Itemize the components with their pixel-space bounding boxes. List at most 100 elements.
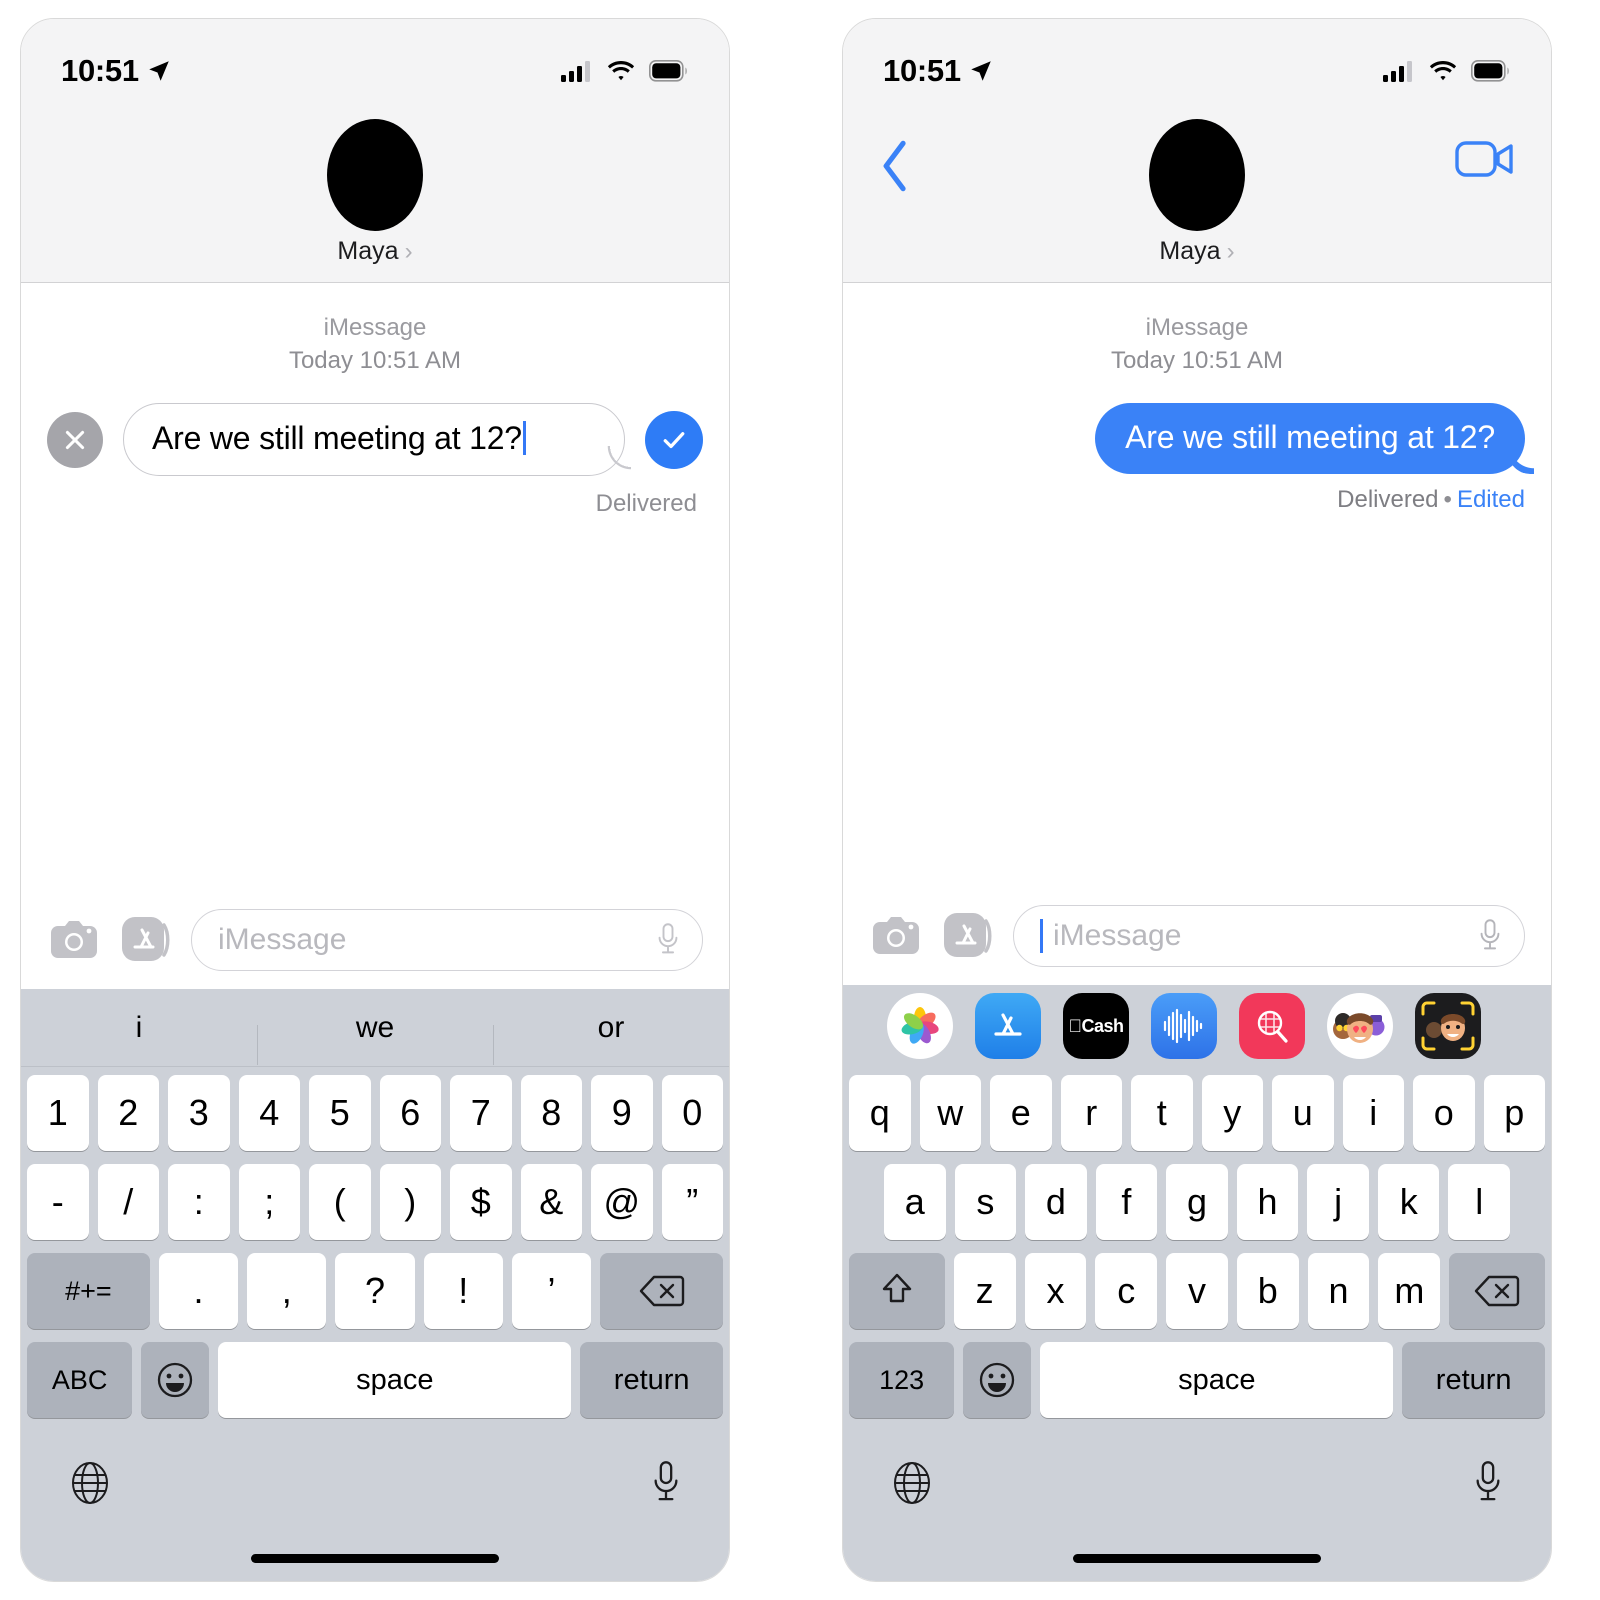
- key-space[interactable]: space: [1040, 1342, 1394, 1418]
- key-y[interactable]: y: [1201, 1075, 1263, 1151]
- key-m[interactable]: m: [1378, 1253, 1441, 1329]
- key-q[interactable]: q: [849, 1075, 911, 1151]
- home-indicator[interactable]: [1073, 1553, 1321, 1563]
- key-s[interactable]: s: [954, 1164, 1017, 1240]
- key-t[interactable]: t: [1131, 1075, 1193, 1151]
- key-paren-open[interactable]: (: [309, 1164, 371, 1240]
- key-paren-close[interactable]: ): [379, 1164, 441, 1240]
- contact-name-row[interactable]: Maya ›: [1159, 237, 1234, 266]
- key-return[interactable]: return: [1402, 1342, 1545, 1418]
- key-r[interactable]: r: [1060, 1075, 1122, 1151]
- sent-message-bubble[interactable]: Are we still meeting at 12?: [1095, 403, 1525, 475]
- key-6[interactable]: 6: [379, 1075, 441, 1151]
- key-w[interactable]: w: [919, 1075, 981, 1151]
- key-b[interactable]: b: [1236, 1253, 1299, 1329]
- key-c[interactable]: c: [1095, 1253, 1158, 1329]
- key-u[interactable]: u: [1272, 1075, 1334, 1151]
- key-return[interactable]: return: [580, 1342, 723, 1418]
- key-numbers-toggle[interactable]: 123: [849, 1342, 955, 1418]
- key-g[interactable]: g: [1166, 1164, 1228, 1240]
- globe-icon[interactable]: [889, 1460, 935, 1506]
- key-colon[interactable]: :: [168, 1164, 230, 1240]
- back-button[interactable]: [879, 137, 913, 200]
- key-apostrophe[interactable]: ’: [511, 1253, 592, 1329]
- key-7[interactable]: 7: [450, 1075, 512, 1151]
- key-at[interactable]: @: [591, 1164, 653, 1240]
- microphone-icon[interactable]: [1471, 1460, 1505, 1506]
- globe-icon[interactable]: [67, 1460, 113, 1506]
- apps-button[interactable]: [119, 913, 173, 967]
- edit-message-bubble[interactable]: Are we still meeting at 12?: [123, 403, 631, 477]
- key-8[interactable]: 8: [520, 1075, 582, 1151]
- cancel-edit-button[interactable]: [47, 411, 103, 468]
- message-input-field[interactable]: iMessage: [191, 909, 703, 971]
- key-dollar[interactable]: $: [450, 1164, 512, 1240]
- avatar[interactable]: [1149, 119, 1245, 231]
- key-p[interactable]: p: [1483, 1075, 1545, 1151]
- key-question[interactable]: ?: [335, 1253, 415, 1329]
- apps-button[interactable]: [941, 909, 995, 963]
- key-e[interactable]: e: [990, 1075, 1052, 1151]
- key-f[interactable]: f: [1095, 1164, 1158, 1240]
- key-4[interactable]: 4: [238, 1075, 300, 1151]
- key-2[interactable]: 2: [97, 1075, 159, 1151]
- app-store-icon[interactable]: [975, 993, 1041, 1059]
- contact-header[interactable]: Maya ›: [327, 103, 423, 266]
- predictive-suggestion[interactable]: or: [493, 1011, 729, 1065]
- key-comma[interactable]: ,: [247, 1253, 327, 1329]
- key-1[interactable]: 1: [27, 1075, 89, 1151]
- key-backspace[interactable]: [1449, 1253, 1545, 1329]
- key-9[interactable]: 9: [591, 1075, 653, 1151]
- key-emoji[interactable]: [963, 1342, 1032, 1418]
- key-i[interactable]: i: [1342, 1075, 1404, 1151]
- key-o[interactable]: o: [1413, 1075, 1475, 1151]
- home-indicator[interactable]: [251, 1553, 499, 1563]
- camera-button[interactable]: [869, 909, 923, 963]
- microphone-icon[interactable]: [649, 1460, 683, 1506]
- key-z[interactable]: z: [953, 1253, 1016, 1329]
- confirm-edit-button[interactable]: [645, 410, 703, 469]
- key-emoji[interactable]: [141, 1342, 210, 1418]
- contact-header[interactable]: Maya ›: [1149, 103, 1245, 266]
- key-quote[interactable]: ”: [661, 1164, 723, 1240]
- audio-message-icon[interactable]: [1151, 993, 1217, 1059]
- key-exclamation[interactable]: !: [423, 1253, 503, 1329]
- key-ampersand[interactable]: &: [520, 1164, 582, 1240]
- edited-badge[interactable]: Edited: [1457, 486, 1525, 513]
- message-input-field[interactable]: iMessage: [1013, 905, 1525, 967]
- key-x[interactable]: x: [1024, 1253, 1087, 1329]
- key-5[interactable]: 5: [309, 1075, 371, 1151]
- key-shift[interactable]: [849, 1253, 945, 1329]
- contact-name-row[interactable]: Maya ›: [337, 237, 412, 266]
- key-abc-toggle[interactable]: ABC: [27, 1342, 133, 1418]
- camera-button[interactable]: [47, 913, 101, 967]
- key-hyphen[interactable]: -: [27, 1164, 89, 1240]
- key-l[interactable]: l: [1448, 1164, 1511, 1240]
- gif-search-icon[interactable]: [1239, 993, 1305, 1059]
- facetime-button[interactable]: [1455, 137, 1515, 186]
- key-symbols-toggle[interactable]: #+=: [26, 1253, 150, 1329]
- key-period[interactable]: .: [158, 1253, 239, 1329]
- key-v[interactable]: v: [1166, 1253, 1228, 1329]
- predictive-suggestion[interactable]: i: [21, 1011, 257, 1045]
- key-a[interactable]: a: [883, 1164, 946, 1240]
- predictive-suggestion[interactable]: we: [257, 1011, 493, 1065]
- microphone-icon[interactable]: [1476, 918, 1504, 954]
- apple-cash-icon[interactable]: Cash: [1063, 993, 1129, 1059]
- memoji-stickers-icon[interactable]: [1327, 993, 1393, 1059]
- memoji-icon[interactable]: [1415, 993, 1481, 1059]
- key-semicolon[interactable]: ;: [238, 1164, 300, 1240]
- microphone-icon[interactable]: [654, 922, 682, 958]
- avatar[interactable]: [327, 119, 423, 231]
- key-j[interactable]: j: [1307, 1164, 1369, 1240]
- key-backspace[interactable]: [600, 1253, 724, 1329]
- key-h[interactable]: h: [1236, 1164, 1299, 1240]
- key-k[interactable]: k: [1377, 1164, 1440, 1240]
- key-0[interactable]: 0: [661, 1075, 723, 1151]
- key-n[interactable]: n: [1307, 1253, 1370, 1329]
- key-3[interactable]: 3: [168, 1075, 230, 1151]
- key-space[interactable]: space: [218, 1342, 572, 1418]
- key-d[interactable]: d: [1025, 1164, 1087, 1240]
- photos-icon[interactable]: [887, 993, 953, 1059]
- key-slash[interactable]: /: [97, 1164, 159, 1240]
